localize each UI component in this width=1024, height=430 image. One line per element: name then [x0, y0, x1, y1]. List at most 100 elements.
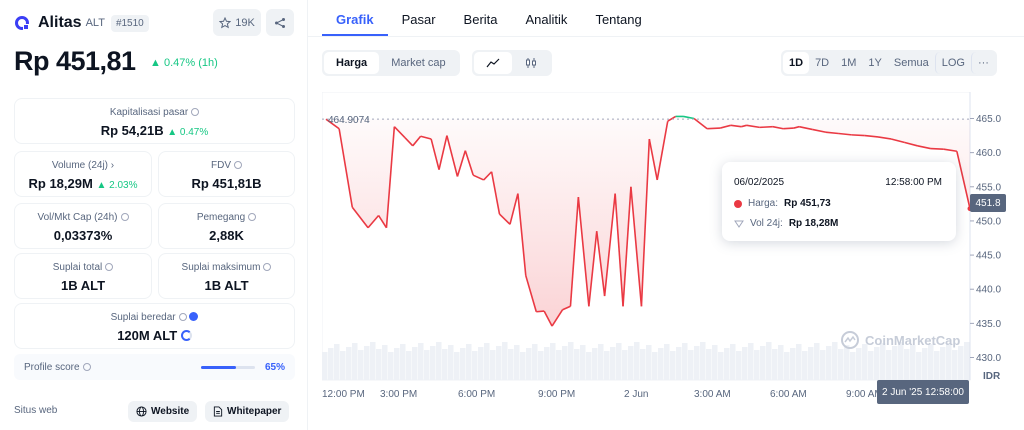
info-icon[interactable]: [178, 313, 187, 321]
info-icon[interactable]: [82, 363, 91, 371]
volume-bar: [778, 345, 784, 380]
volume-label: Volume (24j) ›: [51, 160, 115, 171]
whitepaper-link[interactable]: Whitepaper: [205, 401, 290, 422]
volume-bar: [424, 350, 430, 380]
volume-bar: [502, 342, 508, 380]
volume-bar: [532, 344, 538, 380]
info-icon[interactable]: [263, 263, 272, 271]
price-change: ▲ 0.47% (1h): [150, 57, 218, 69]
volume-bar: [784, 352, 790, 380]
info-icon[interactable]: [120, 213, 129, 221]
x-tick-label: 6:00 PM: [458, 389, 495, 400]
volume-bar: [718, 352, 724, 380]
volume-bar: [616, 343, 622, 380]
line-chart-button[interactable]: [474, 52, 512, 74]
info-icon[interactable]: [234, 161, 242, 169]
line-chart-icon: [486, 58, 500, 68]
volume-bar: [874, 347, 880, 380]
market-cap-value: Rp 54,21B ▲ 0.47%: [100, 123, 209, 138]
volume-bar: [670, 351, 676, 380]
profile-score-value: 65%: [264, 362, 285, 373]
website-link-label: Website: [151, 406, 190, 417]
volume-bar: [628, 346, 634, 380]
volume-bar: [796, 344, 802, 380]
x-tick-label: 12:00 PM: [322, 389, 365, 400]
y-tick-label: 445.0: [976, 251, 1001, 262]
website-link[interactable]: Website: [128, 401, 198, 422]
watchlist-button[interactable]: 19K: [213, 9, 261, 36]
volume-bar: [400, 344, 406, 380]
candlestick-button[interactable]: [512, 52, 550, 74]
x-tick-label: 3:00 AM: [694, 389, 731, 400]
volume-bar: [832, 342, 838, 380]
crosshair-time-tag: 2 Jun '25 12:58:00: [877, 380, 969, 404]
watchlist-count: 19K: [235, 16, 255, 29]
volume-bar: [802, 351, 808, 380]
info-icon[interactable]: [191, 108, 200, 116]
volume-bar: [772, 349, 778, 380]
volume-card[interactable]: Volume (24j) › Rp 18,29M ▲ 2.03%: [14, 151, 152, 197]
log-scale-toggle[interactable]: LOG: [934, 52, 971, 74]
volume-bar: [676, 347, 682, 380]
tab-pasar[interactable]: Pasar: [388, 0, 450, 36]
max-supply-card: Suplai maksimum 1B ALT: [158, 253, 295, 299]
total-supply-label: Suplai total: [15, 262, 151, 273]
volume-bar: [442, 349, 448, 380]
range-all[interactable]: Semua: [888, 52, 935, 74]
app-root: Alitas ALT #1510 19K Rp 451,81 ▲ 0.47% (…: [0, 0, 1024, 430]
coin-price: Rp 451,81: [14, 46, 136, 76]
tab-tentang[interactable]: Tentang: [581, 0, 655, 36]
volume-bar: [508, 349, 514, 380]
volume-bar: [580, 345, 586, 380]
range-1d[interactable]: 1D: [783, 52, 810, 74]
volume-bar: [664, 344, 670, 380]
volume-bar: [964, 342, 970, 380]
share-button[interactable]: [266, 9, 294, 36]
coin-symbol: ALT: [85, 17, 105, 29]
tab-analitik[interactable]: Analitik: [512, 0, 582, 36]
y-tick-label: 460.0: [976, 148, 1001, 159]
tooltip-price-label: Harga:: [748, 198, 779, 209]
holders-card: Pemegang 2,88K: [158, 203, 295, 249]
volume-bar: [958, 346, 964, 380]
price-chart[interactable]: 464.9074 465.0 460.0 455.0 450.0 445.0 440.0 4…: [322, 92, 1024, 404]
tab-grafik[interactable]: Grafik: [322, 0, 388, 36]
profile-score-row[interactable]: Profile score 65%: [14, 354, 295, 380]
volume-bar: [790, 348, 796, 380]
y-tick-label: 450.0: [976, 216, 1001, 227]
volume-bar: [652, 352, 658, 380]
volume-bar: [478, 347, 484, 380]
range-1y[interactable]: 1Y: [862, 52, 887, 74]
volume-bar: [724, 348, 730, 380]
volume-bar: [376, 349, 382, 380]
volume-bar: [844, 345, 850, 380]
info-icon[interactable]: [248, 213, 257, 221]
tooltip-price-row: Harga: Rp 451,73: [734, 198, 831, 209]
volume-bar: [610, 347, 616, 380]
volume-bar: [352, 343, 358, 380]
tab-berita[interactable]: Berita: [450, 0, 512, 36]
max-supply-value: 1B ALT: [204, 278, 249, 293]
volume-bar: [364, 346, 370, 380]
volume-bar: [934, 351, 940, 380]
volume-bar: [916, 352, 922, 380]
price-line-segment: [536, 310, 545, 313]
range-7d[interactable]: 7D: [809, 52, 835, 74]
toggle-market-cap[interactable]: Market cap: [379, 52, 457, 74]
volume-bar: [490, 350, 496, 380]
y-tick-label: 430.0: [976, 353, 1001, 364]
info-icon[interactable]: [105, 263, 114, 271]
toggle-price[interactable]: Harga: [324, 52, 380, 74]
range-1m[interactable]: 1M: [835, 52, 862, 74]
volume-bar: [520, 352, 526, 380]
watermark: CoinMarketCap: [840, 330, 960, 350]
volume-bar: [418, 343, 424, 380]
volume-bar: [700, 342, 706, 380]
more-options-button[interactable]: ···: [970, 52, 995, 74]
tooltip-time: 12:58:00 PM: [885, 177, 942, 188]
tooltip-date: 06/02/2025: [734, 177, 785, 188]
volume-bar: [622, 350, 628, 380]
price-line-segment: [759, 125, 773, 129]
volume-bar: [346, 347, 352, 380]
share-icon: [275, 17, 285, 28]
